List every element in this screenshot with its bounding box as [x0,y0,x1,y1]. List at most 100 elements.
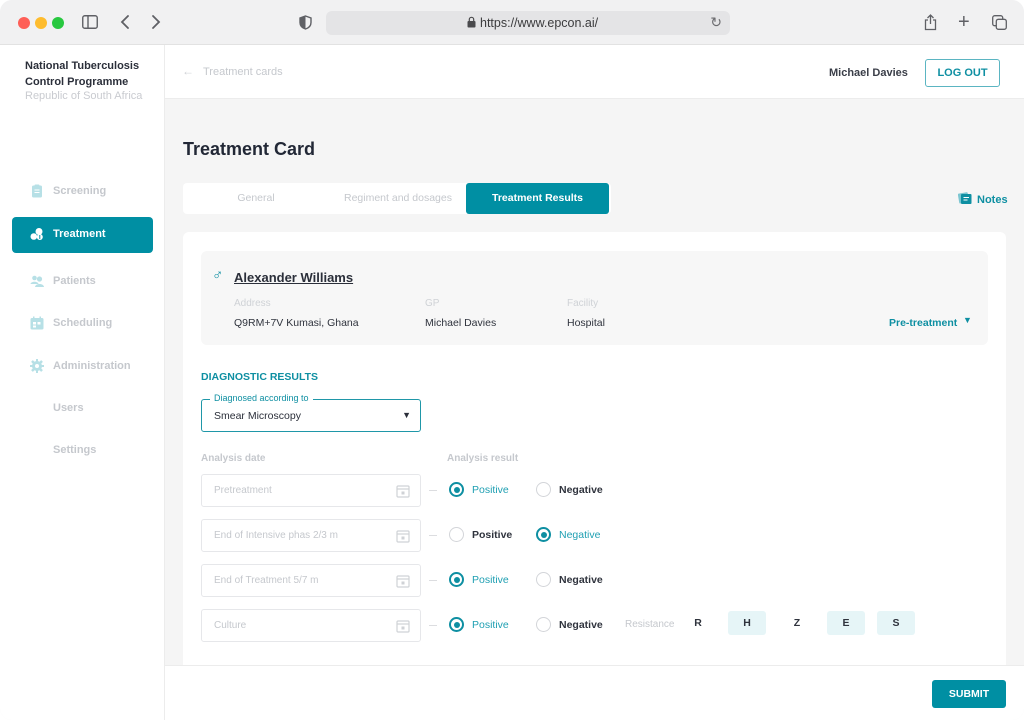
result-row: End of Intensive phas 2/3 m Positive Neg… [201,519,1001,552]
date-placeholder: End of Intensive phas 2/3 m [214,530,338,541]
treatment-results-card: ♂ Alexander Williams Address Q9RM+7V Kum… [183,232,1006,672]
date-input[interactable]: Culture [201,609,421,642]
calendar-icon[interactable] [396,484,410,498]
browser-window: https://www.epcon.ai/ ↻ + National Tuber… [0,0,1024,720]
result-row: Pretreatment Positive Negative [201,474,1001,507]
tab-bar: General Regiment and dosages Treatment R… [183,183,611,214]
analysis-date-label: Analysis date [201,453,266,464]
back-arrow-icon[interactable]: ← [182,64,194,78]
caret-down-icon[interactable]: ▼ [963,315,972,325]
back-nav-icon[interactable] [120,14,130,34]
sidebar-item-label: Users [53,402,84,414]
sidebar: National Tuberculosis Control Programme … [0,45,165,720]
negative-label[interactable]: Negative [559,619,603,631]
select-label: Diagnosed according to [210,393,313,403]
org-country: Republic of South Africa [25,90,143,102]
shield-icon[interactable] [299,15,312,34]
facility-label: Facility [567,298,599,309]
patient-name-link[interactable]: Alexander Williams [234,270,353,285]
stage-dropdown[interactable]: Pre-treatment [889,317,957,329]
resistance-chip-z[interactable]: Z [778,611,816,635]
diagnosed-according-select[interactable]: Diagnosed according to Smear Microscopy … [201,393,421,432]
positive-radio[interactable] [449,572,464,587]
calendar-icon[interactable] [396,529,410,543]
minimize-window-button[interactable] [35,17,47,29]
negative-label[interactable]: Negative [559,529,600,541]
footer-bar: SUBMIT [165,665,1024,720]
clipboard-icon [32,184,42,198]
breadcrumb[interactable]: Treatment cards [203,66,283,78]
address-bar[interactable]: https://www.epcon.ai/ ↻ [326,11,730,35]
patient-summary: ♂ Alexander Williams Address Q9RM+7V Kum… [201,251,988,345]
date-placeholder: End of Treatment 5/7 m [214,575,319,586]
new-tab-icon[interactable]: + [958,12,970,32]
divider [429,625,437,626]
share-icon[interactable] [924,14,937,35]
sidebar-item-label: Treatment [53,228,106,240]
sidebar-item-label: Screening [53,185,107,197]
date-input[interactable]: Pretreatment [201,474,421,507]
maximize-window-button[interactable] [52,17,64,29]
positive-radio[interactable] [449,617,464,632]
browser-toolbar: https://www.epcon.ai/ ↻ + [0,0,1024,45]
caret-down-icon: ▼ [402,410,411,420]
calendar-icon[interactable] [396,619,410,633]
gp-label: GP [425,298,440,309]
tab-regiment-and-dosages[interactable]: Regiment and dosages [323,183,473,214]
sidebar-item-patients[interactable]: Patients [12,264,153,300]
positive-label[interactable]: Positive [472,484,509,496]
address-label: Address [234,298,271,309]
sidebar-item-label: Settings [53,444,97,456]
sidebar-item-settings[interactable]: Settings [12,433,153,469]
divider [429,580,437,581]
notes-label: Notes [977,194,1008,206]
positive-radio[interactable] [449,482,464,497]
positive-radio[interactable] [449,527,464,542]
resistance-label: Resistance [625,619,675,630]
tab-treatment-results[interactable]: Treatment Results [466,183,609,214]
sidebar-item-screening[interactable]: Screening [12,174,153,210]
sidebar-item-treatment[interactable]: Treatment [12,217,153,253]
address-value: Q9RM+7V Kumasi, Ghana [234,317,359,329]
facility-value: Hospital [567,317,605,329]
negative-radio[interactable] [536,482,551,497]
calendar-icon[interactable] [396,574,410,588]
male-icon: ♂ [212,267,224,284]
resistance-chip-s[interactable]: S [877,611,915,635]
positive-label[interactable]: Positive [472,529,512,541]
resistance-chip-r[interactable]: R [679,611,717,635]
negative-radio[interactable] [536,527,551,542]
negative-label[interactable]: Negative [559,484,603,496]
users-icon [30,275,44,287]
analysis-result-label: Analysis result [447,453,519,464]
logout-button[interactable]: LOG OUT [925,59,1000,87]
org-name: National Tuberculosis Control Programme [25,60,140,88]
forward-nav-icon[interactable] [151,14,161,34]
sidebar-item-label: Patients [53,275,96,287]
resistance-chip-h[interactable]: H [728,611,766,635]
gp-value: Michael Davies [425,317,497,329]
close-window-button[interactable] [18,17,30,29]
sidebar-item-scheduling[interactable]: Scheduling [12,306,153,342]
sidebar-item-users[interactable]: Users [12,391,153,427]
negative-label[interactable]: Negative [559,574,603,586]
section-title: DIAGNOSTIC RESULTS [201,371,319,383]
positive-label[interactable]: Positive [472,574,509,586]
lock-icon [467,16,476,28]
tab-general[interactable]: General [183,183,329,214]
negative-radio[interactable] [536,617,551,632]
negative-radio[interactable] [536,572,551,587]
date-placeholder: Culture [214,620,247,631]
submit-button[interactable]: SUBMIT [932,680,1006,708]
tabs-overview-icon[interactable] [992,15,1007,34]
page-title: Treatment Card [183,139,316,159]
reload-icon[interactable]: ↻ [710,14,722,31]
date-input[interactable]: End of Treatment 5/7 m [201,564,421,597]
sidebar-toggle-icon[interactable] [82,15,98,33]
date-input[interactable]: End of Intensive phas 2/3 m [201,519,421,552]
positive-label[interactable]: Positive [472,619,509,631]
sidebar-item-administration[interactable]: Administration [12,349,153,385]
calendar-icon [30,316,44,330]
resistance-chip-e[interactable]: E [827,611,865,635]
divider [429,490,437,491]
